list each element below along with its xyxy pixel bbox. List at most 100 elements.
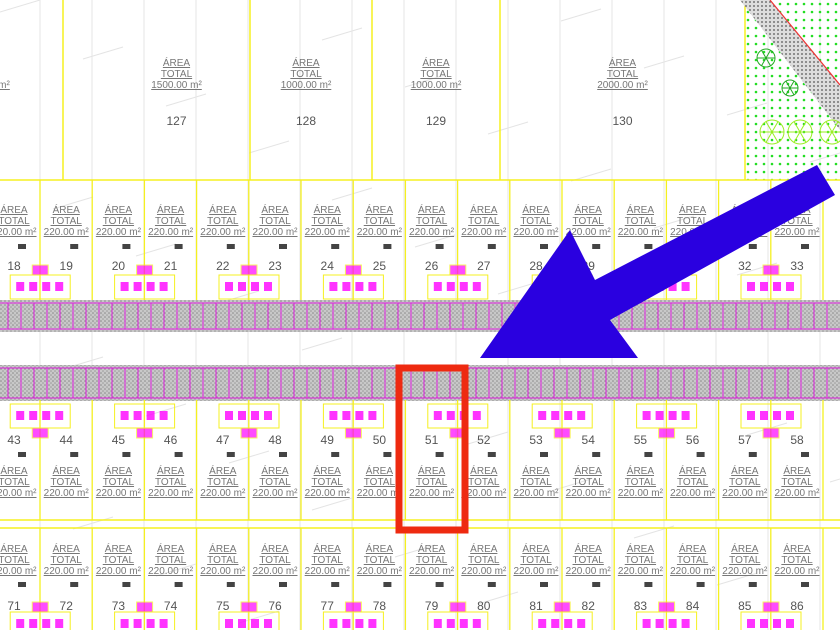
site-plan: m²ÁREATOTAL1500.00 m²127ÁREATOTAL1000.00…: [0, 0, 840, 630]
lot-number: 130: [612, 114, 632, 128]
lot-area-value: 220.00 m²: [252, 488, 298, 499]
lot-number: 58: [790, 433, 804, 447]
lot-area-value: 220.00 m²: [148, 566, 194, 577]
lot-58[interactable]: ÁREATOTAL220.00 m² 58: [740, 400, 824, 520]
lot-number: 49: [321, 433, 335, 447]
lot-area-label: ÁREA: [731, 542, 759, 555]
fixture-icon: [159, 411, 168, 420]
hatch-line: [248, 140, 290, 154]
fixture-icon: [355, 619, 364, 628]
lot-number: 76: [268, 599, 282, 613]
north-arrow-icon: [540, 244, 548, 249]
lot-number: 24: [321, 259, 335, 273]
lot-23[interactable]: ÁREATOTAL220.00 m² 23: [218, 180, 302, 300]
lot-77[interactable]: ÁREATOTAL220.00 m² 77: [305, 528, 354, 630]
fixture-icon: [55, 411, 64, 420]
fixture-icon: [120, 619, 129, 628]
large-lot-128[interactable]: ÁREATOTAL1000.00 m² 128: [249, 0, 332, 180]
lot-area-label: ÁREA: [314, 542, 342, 555]
lot-area-value: 220.00 m²: [96, 227, 142, 238]
fixture-icon: [786, 411, 794, 420]
lot-71[interactable]: ÁREATOTAL220.00 m² 71: [0, 528, 41, 630]
lot-52[interactable]: ÁREATOTAL220.00 m²52: [427, 400, 511, 520]
lot-area-label: ÁREA: [783, 542, 811, 555]
lot-area-label: ÁREA: [163, 56, 191, 69]
lot-area-value: 220.00 m²: [722, 566, 768, 577]
hatch-line: [570, 168, 612, 182]
lot-73[interactable]: ÁREATOTAL220.00 m² 73: [96, 528, 146, 630]
lot-19[interactable]: ÁREATOTAL220.00 m² 19: [9, 180, 93, 300]
lot-27[interactable]: ÁREATOTAL220.00 m² 27: [427, 180, 511, 300]
hatch-line: [72, 516, 114, 530]
north-arrow-icon: [748, 244, 757, 249]
lot-number: 56: [686, 433, 700, 447]
north-arrow-icon: [174, 582, 183, 587]
lot-total-label: TOTAL: [607, 69, 639, 80]
lot-area-value: 1500.00 m²: [151, 80, 202, 91]
lot-83[interactable]: ÁREATOTAL220.00 m² 83: [618, 528, 668, 630]
lot-number: 74: [164, 599, 178, 613]
lot-total-label: TOTAL: [161, 69, 193, 80]
meter-icon: [31, 601, 49, 613]
lot-48[interactable]: ÁREATOTAL220.00 m² 48: [218, 400, 302, 520]
fixture-icon: [159, 282, 168, 291]
lot-number: 75: [216, 599, 230, 613]
lot-area-value: 220.00 m²: [0, 566, 37, 577]
lot-21[interactable]: ÁREATOTAL220.00 m² 21: [114, 180, 198, 300]
large-lot-130[interactable]: ÁREATOTAL2000.00 m² 130: [499, 0, 648, 180]
north-arrow-icon: [801, 582, 809, 587]
fixture-icon: [642, 619, 651, 628]
fixture-icon: [747, 282, 755, 291]
lot-area-label: ÁREA: [366, 203, 394, 216]
lot-area-value: 220.00 m²: [305, 566, 351, 577]
lot-25[interactable]: ÁREATOTAL220.00 m² 25: [322, 180, 407, 300]
lot-total-label: TOTAL: [155, 477, 187, 488]
lot-number: 20: [112, 259, 126, 273]
lot-total-label: TOTAL: [420, 69, 452, 80]
lot-56[interactable]: ÁREATOTAL220.00 m² 56: [636, 400, 720, 520]
lot-area-label: ÁREA: [0, 542, 28, 555]
lot-total-label: TOTAL: [0, 555, 30, 566]
fixture-icon: [264, 282, 272, 291]
lot-area-label: ÁREA: [522, 542, 550, 555]
lot-area-value: 220.00 m²: [148, 488, 194, 499]
fixture-icon: [29, 282, 38, 291]
lot-area-label: ÁREA: [422, 56, 450, 69]
fixture-icon: [355, 411, 364, 420]
fixture-icon: [42, 282, 51, 291]
lot-area-label: ÁREA: [0, 464, 28, 477]
north-arrow-icon: [487, 244, 496, 249]
lot-area-value: 220.00 m²: [0, 227, 37, 238]
lot-area-value: 220.00 m²: [305, 227, 351, 238]
lot-81[interactable]: ÁREATOTAL220.00 m² 81: [513, 528, 563, 630]
lot-number: 71: [7, 599, 21, 613]
meter-icon: [762, 427, 780, 439]
fixture-icon: [459, 282, 468, 291]
lot-50[interactable]: ÁREATOTAL220.00 m²50: [322, 400, 407, 520]
lot-area-label: ÁREA: [627, 203, 655, 216]
lot-total-label: TOTAL: [468, 555, 500, 566]
lot-number: 46: [164, 433, 178, 447]
lot-number: 53: [529, 433, 543, 447]
lot-46[interactable]: ÁREATOTAL220.00 m² 46: [114, 400, 198, 520]
lot-area-value: 220.00 m²: [96, 488, 142, 499]
lot-area-label: ÁREA: [53, 203, 81, 216]
meter-icon: [553, 601, 571, 613]
lot-85[interactable]: ÁREATOTAL220.00 m² 85: [722, 528, 772, 630]
lot-area-value: 220.00 m²: [44, 227, 90, 238]
lot-79[interactable]: ÁREATOTAL220.00 m² 79: [409, 528, 459, 630]
fixture-icon: [225, 282, 233, 291]
meter-icon: [240, 264, 258, 276]
lot-75[interactable]: ÁREATOTAL220.00 m² 75: [200, 528, 250, 630]
north-arrow-icon: [226, 244, 235, 249]
large-lot-129[interactable]: ÁREATOTAL1000.00 m² 129: [371, 0, 462, 180]
lot-44[interactable]: ÁREATOTAL220.00 m² 44: [9, 400, 93, 520]
large-lot-127[interactable]: ÁREATOTAL1500.00 m² 127: [62, 0, 202, 180]
meter-icon: [658, 601, 676, 613]
lot-total-label: TOTAL: [781, 477, 813, 488]
north-arrow-icon: [70, 452, 79, 457]
lot-area-label: ÁREA: [261, 464, 289, 477]
annotations: [395, 165, 835, 534]
fixture-icon: [446, 619, 455, 628]
lot-54[interactable]: ÁREATOTAL220.00 m² 54: [531, 400, 615, 520]
